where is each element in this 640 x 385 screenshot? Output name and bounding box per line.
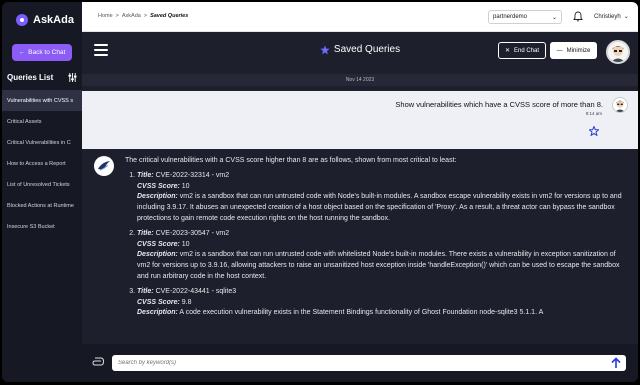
- user-name: Christieyh: [594, 13, 621, 20]
- vulnerability-item: Title: CVE-2023-30547 - vm2 CVSS Score: …: [137, 229, 630, 283]
- vuln-title: CVE-2022-32314 - vm2: [155, 171, 230, 179]
- user-menu[interactable]: Christieyh ⌄: [594, 13, 629, 21]
- vuln-title: CVE-2022-43441 - sqlite3: [155, 287, 237, 295]
- screen-frame: AskAda ← Back to Chat Queries List Vulne…: [0, 0, 640, 385]
- queries-list: Vulnerabilities with CVSS s Critical Ass…: [2, 90, 82, 237]
- vuln-score: 10: [181, 240, 190, 248]
- query-item-unresolved-tickets[interactable]: List of Unresolved Tickets: [2, 174, 82, 195]
- vuln-title: CVE-2023-30547 - vm2: [155, 229, 230, 237]
- chevron-down-icon: ⌄: [623, 14, 629, 20]
- queries-list-title: Queries List: [7, 73, 54, 82]
- brand-logo[interactable]: AskAda: [16, 14, 74, 26]
- send-arrow-icon[interactable]: [610, 357, 622, 369]
- query-item-critical-vulnerabilities[interactable]: Critical Vulnerabilities in C: [2, 132, 82, 153]
- title-key: Title:: [137, 229, 154, 237]
- description-key: Description:: [137, 251, 178, 259]
- queries-list-header: Queries List: [7, 73, 77, 82]
- breadcrumb: Home > AskAda > Saved Queries: [98, 13, 188, 19]
- minimize-button[interactable]: — Minimize: [550, 42, 597, 59]
- vuln-description: vm2 is a sandbox that can run untrusted …: [137, 251, 620, 280]
- workspace-value: partnerdemo: [493, 14, 528, 20]
- user-message-text: Show vulnerabilities which have a CVSS s…: [395, 100, 603, 109]
- query-item-insecure-s3[interactable]: Insecure S3 Bucket: [2, 216, 82, 237]
- user-avatar[interactable]: [606, 40, 630, 64]
- query-item-blocked-actions[interactable]: Blocked Actions at Runtime: [2, 195, 82, 216]
- top-bar: Home > AskAda > Saved Queries partnerdem…: [82, 2, 638, 32]
- description-key: Description:: [137, 309, 178, 317]
- assistant-avatar: [94, 156, 114, 176]
- title-key: Title:: [137, 171, 154, 179]
- search-input[interactable]: [112, 355, 626, 371]
- vuln-score: 10: [181, 182, 190, 190]
- chat-area: Nov 14 2023 Show vulnerabilities which h…: [82, 72, 638, 344]
- user-message-avatar: [612, 97, 628, 113]
- vuln-description: A code execution vulnerability exists in…: [179, 309, 544, 317]
- filter-sliders-icon[interactable]: [68, 73, 77, 82]
- query-item-access-report[interactable]: How to Access a Report: [2, 153, 82, 174]
- back-to-chat-label: Back to Chat: [28, 49, 66, 56]
- query-item-vulnerabilities-cvss[interactable]: Vulnerabilities with CVSS s: [2, 90, 82, 111]
- back-to-chat-button[interactable]: ← Back to Chat: [12, 44, 72, 61]
- avatar-face-icon: [611, 46, 625, 62]
- minimize-label: Minimize: [566, 47, 591, 54]
- attachment-icon[interactable]: [92, 357, 104, 366]
- description-key: Description:: [137, 193, 178, 201]
- workspace-select[interactable]: partnerdemo ⌄: [488, 10, 562, 24]
- brand-name: AskAda: [33, 14, 74, 26]
- chevron-down-icon: ⌄: [551, 14, 557, 21]
- arrow-left-icon: ←: [18, 49, 26, 56]
- minus-icon: —: [556, 47, 563, 54]
- vulnerability-item: Title: CVE-2022-32314 - vm2 CVSS Score: …: [137, 171, 630, 225]
- score-key: CVSS Score:: [137, 182, 180, 190]
- breadcrumb-home[interactable]: Home: [98, 13, 113, 19]
- score-key: CVSS Score:: [137, 298, 180, 306]
- vulnerability-item: Title: CVE-2022-43441 - sqlite3 CVSS Sco…: [137, 287, 630, 319]
- assistant-message: The critical vulnerabilities with a CVSS…: [125, 156, 630, 323]
- notification-bell-icon[interactable]: [573, 11, 583, 22]
- chat-header: Saved Queries ✕ End Chat — Minimize: [82, 32, 638, 72]
- breadcrumb-separator: >: [115, 13, 119, 19]
- user-message: Show vulnerabilities which have a CVSS s…: [82, 91, 638, 149]
- vulnerability-list: Title: CVE-2022-32314 - vm2 CVSS Score: …: [125, 171, 630, 319]
- vuln-score: 9.8: [181, 298, 192, 306]
- close-icon: ✕: [504, 48, 510, 54]
- user-message-time: 9:14 am: [585, 111, 602, 116]
- score-key: CVSS Score:: [137, 240, 180, 248]
- avatar-face-icon: [615, 100, 625, 112]
- askada-logo-icon: [16, 14, 28, 26]
- breadcrumb-separator: >: [143, 13, 148, 19]
- sidebar: AskAda ← Back to Chat Queries List Vulne…: [2, 2, 82, 382]
- ada-bird-logo-icon: [98, 161, 110, 171]
- app-window: AskAda ← Back to Chat Queries List Vulne…: [2, 2, 638, 382]
- input-bar: [82, 344, 638, 382]
- date-divider: Nov 14 2023: [82, 74, 638, 86]
- breadcrumb-current: Saved Queries: [150, 13, 189, 19]
- star-icon: [320, 45, 330, 54]
- end-chat-label: End Chat: [514, 47, 540, 54]
- breadcrumb-askada[interactable]: AskAda: [122, 13, 141, 19]
- end-chat-button[interactable]: ✕ End Chat: [498, 42, 546, 59]
- vuln-description: vm2 is a sandbox that can run untrusted …: [137, 193, 622, 222]
- assistant-intro: The critical vulnerabilities with a CVSS…: [125, 157, 457, 164]
- query-item-critical-assets[interactable]: Critical Assets: [2, 111, 82, 132]
- page-title-text: Saved Queries: [333, 44, 401, 55]
- save-query-star-icon[interactable]: [589, 126, 599, 136]
- title-key: Title:: [137, 287, 154, 295]
